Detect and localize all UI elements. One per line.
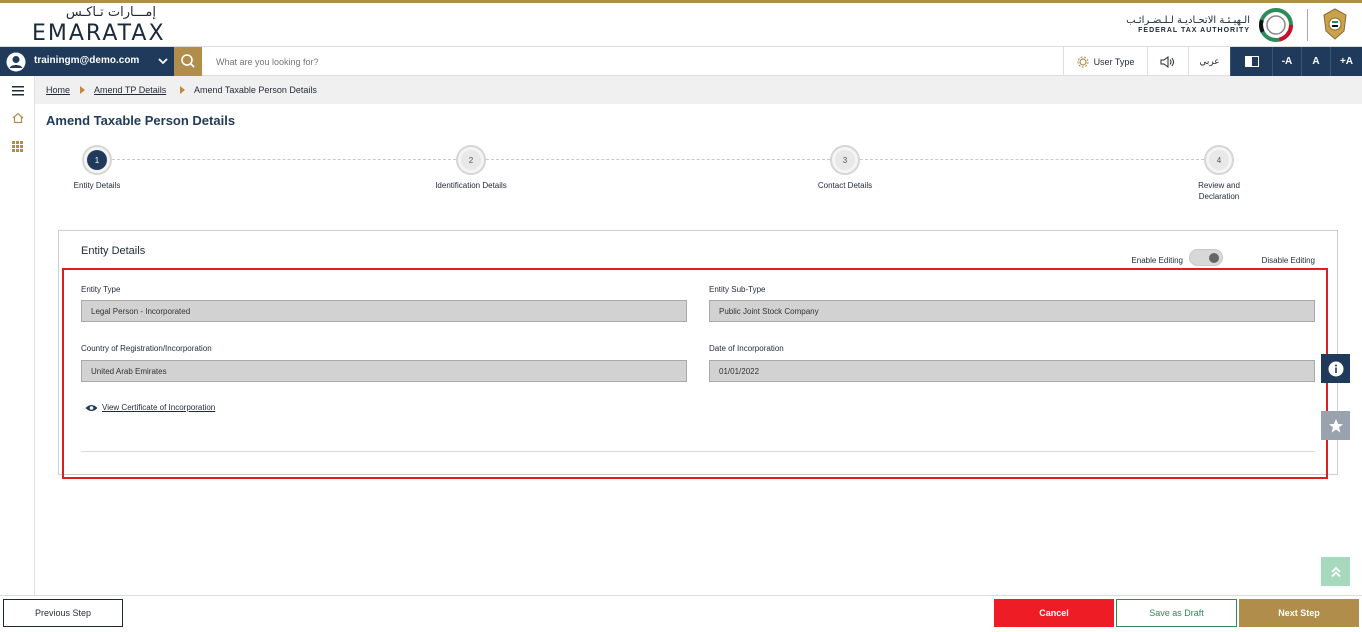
toggle-knob <box>1209 253 1219 263</box>
breadcrumb: Home Amend TP Details Amend Taxable Pers… <box>35 76 1362 104</box>
step-3-indicator[interactable]: 3 <box>830 145 860 175</box>
user-type-button[interactable]: User Type <box>1063 47 1147 76</box>
editing-toggle-row: Enable Editing Disable Editing <box>1115 249 1315 267</box>
user-email: trainingm@demo.com <box>34 55 140 66</box>
step-number: 1 <box>87 150 107 170</box>
search-button[interactable] <box>174 47 202 76</box>
header: إمـــارات تـاكـس EMARATAX الـهيـئـة الات… <box>0 3 1362 46</box>
font-decrease-button[interactable]: -A <box>1272 47 1301 76</box>
fta-mark-icon <box>1259 8 1293 42</box>
logo-arabic: إمـــارات تـاكـس <box>65 5 156 20</box>
font-normal-button[interactable]: A <box>1301 47 1330 76</box>
language-switch[interactable]: عربي <box>1188 47 1230 76</box>
fta-english: FEDERAL TAX AUTHORITY <box>1138 27 1250 34</box>
step-3-label: Contact Details <box>817 181 873 190</box>
breadcrumb-current: Amend Taxable Person Details <box>194 85 317 95</box>
page-title: Amend Taxable Person Details <box>46 113 236 128</box>
chevron-down-icon[interactable] <box>157 55 169 67</box>
user-type-label: User Type <box>1093 56 1135 67</box>
info-icon <box>1328 361 1343 376</box>
stepper-connector <box>486 159 830 160</box>
save-as-draft-button[interactable]: Save as Draft <box>1116 599 1237 627</box>
user-menu[interactable]: trainingm@demo.com <box>0 47 174 76</box>
step-2-indicator[interactable]: 2 <box>456 145 486 175</box>
breadcrumb-home-link[interactable]: Home <box>46 85 70 95</box>
step-4-indicator[interactable]: 4 <box>1204 145 1234 175</box>
next-step-button[interactable]: Next Step <box>1239 599 1359 627</box>
search-icon <box>181 54 195 68</box>
star-icon <box>1328 418 1343 432</box>
speaker-icon <box>1160 55 1174 68</box>
previous-step-button[interactable]: Previous Step <box>3 599 123 627</box>
step-4-label: Review and Declaration <box>1198 181 1240 201</box>
header-divider <box>1307 9 1308 41</box>
enable-editing-label: Enable Editing <box>1131 256 1183 265</box>
editing-toggle[interactable] <box>1189 249 1223 266</box>
double-chevron-up-icon <box>1330 566 1341 577</box>
stepper-connector <box>860 159 1204 160</box>
breadcrumb-separator-icon <box>80 86 85 94</box>
home-icon <box>12 112 23 124</box>
user-avatar-icon <box>6 52 26 72</box>
contrast-toggle-button[interactable] <box>1230 47 1272 76</box>
font-increase-button[interactable]: +A <box>1330 47 1362 76</box>
step-1-indicator[interactable]: 1 <box>82 145 112 175</box>
step-2-label: Identification Details <box>435 181 507 190</box>
emaratax-logo[interactable]: إمـــارات تـاكـس EMARATAX <box>32 5 164 46</box>
step-number: 2 <box>461 150 481 170</box>
scroll-to-top-button[interactable] <box>1321 557 1350 586</box>
language-label: عربي <box>1199 56 1220 67</box>
breadcrumb-amend-tp-link[interactable]: Amend TP Details <box>94 85 166 95</box>
card-title: Entity Details <box>81 245 146 257</box>
favorite-button[interactable] <box>1321 411 1350 440</box>
menu-toggle-button[interactable] <box>0 78 35 104</box>
info-button[interactable] <box>1321 354 1350 383</box>
footer-action-bar: Previous Step Cancel Save as Draft Next … <box>0 595 1362 632</box>
search-input[interactable] <box>208 51 708 73</box>
step-number: 4 <box>1209 150 1229 170</box>
breadcrumb-separator-icon <box>180 86 185 94</box>
hamburger-icon <box>11 86 24 96</box>
fta-logo: الـهيـئـة الاتحـاديـة لـلـضـرائـب FEDERA… <box>1114 7 1294 45</box>
disable-editing-label: Disable Editing <box>1261 256 1315 265</box>
text-to-speech-button[interactable] <box>1147 47 1188 76</box>
stepper-connector <box>112 159 456 160</box>
cancel-button[interactable]: Cancel <box>994 599 1114 627</box>
logo-english: EMARATAX <box>32 21 166 46</box>
uae-emblem-icon <box>1323 8 1347 40</box>
home-nav-button[interactable] <box>0 105 35 131</box>
grid-icon <box>12 140 23 152</box>
step-number: 3 <box>835 150 855 170</box>
gear-icon <box>1077 56 1089 67</box>
step-1-label: Entity Details <box>73 181 121 190</box>
apps-nav-button[interactable] <box>0 133 35 159</box>
top-toolbar: trainingm@demo.com User Type عربي <box>0 46 1362 76</box>
left-rail <box>0 76 35 595</box>
highlight-frame <box>62 268 1328 479</box>
fta-arabic: الـهيـئـة الاتحـاديـة لـلـضـرائـب <box>1126 15 1250 26</box>
contrast-icon <box>1244 56 1259 67</box>
